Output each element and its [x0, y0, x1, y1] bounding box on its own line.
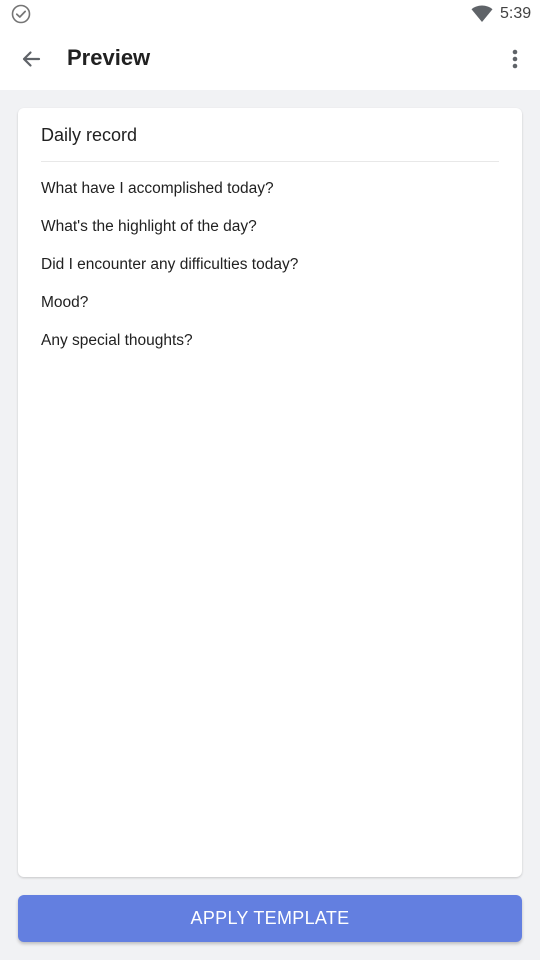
check-circle-icon: [11, 4, 31, 24]
status-time: 5:39: [500, 5, 532, 22]
question-item: What's the highlight of the day?: [41, 218, 257, 235]
back-button[interactable]: [14, 42, 48, 76]
arrow-back-icon: [22, 51, 41, 67]
title-divider: [41, 161, 499, 162]
more-options-button[interactable]: [500, 42, 530, 76]
question-item: Any special thoughts?: [41, 332, 193, 349]
question-item: Did I encounter any difficulties today?: [41, 256, 299, 273]
template-title: Daily record: [41, 125, 138, 145]
app-bar: Preview: [0, 28, 540, 90]
question-item: Mood?: [41, 294, 89, 311]
more-vert-icon: [512, 49, 518, 69]
status-bar: 5:39: [0, 0, 540, 28]
wifi-icon: [471, 5, 493, 22]
template-preview-card: Daily record What have I accomplished to…: [18, 108, 522, 877]
question-item: What have I accomplished today?: [41, 180, 274, 197]
page-title: Preview: [67, 45, 151, 70]
apply-template-button[interactable]: APPLY TEMPLATE: [18, 895, 522, 942]
